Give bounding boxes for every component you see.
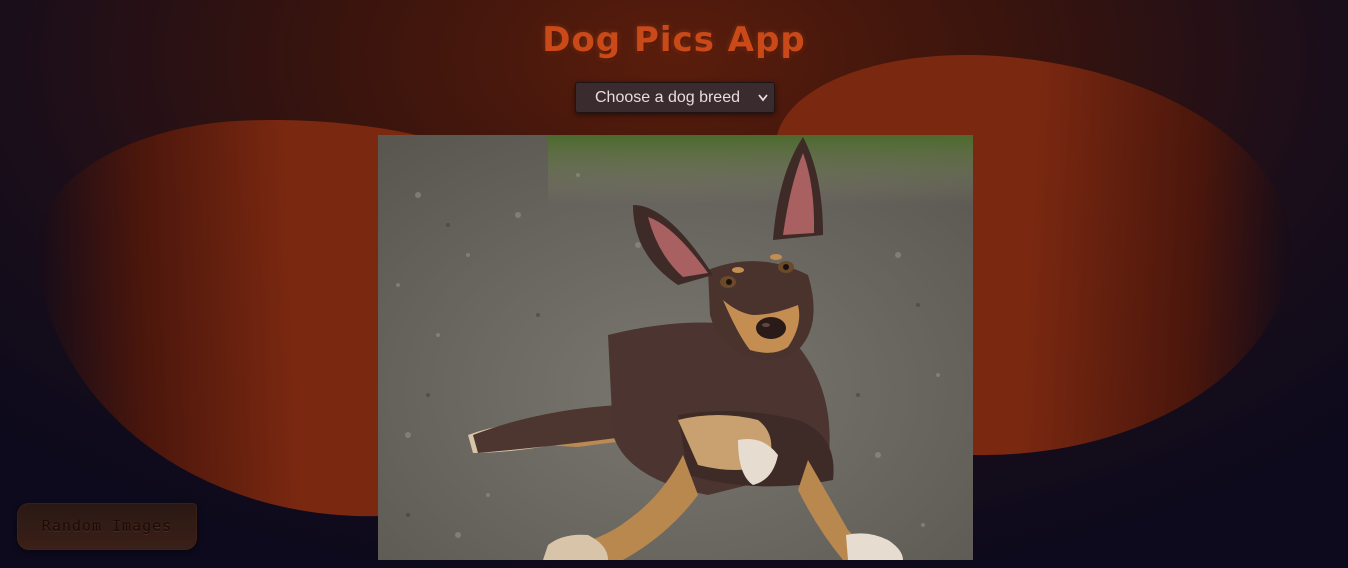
dog-image xyxy=(378,135,973,560)
breed-select[interactable]: Choose a dog breed xyxy=(575,82,775,113)
page-title: Dog Pics App xyxy=(542,20,806,60)
breed-select-value: Choose a dog breed xyxy=(595,89,740,106)
random-images-button[interactable]: Random Images xyxy=(17,503,197,550)
dog-photo-illustration xyxy=(378,135,973,560)
chevron-down-icon xyxy=(758,83,768,123)
